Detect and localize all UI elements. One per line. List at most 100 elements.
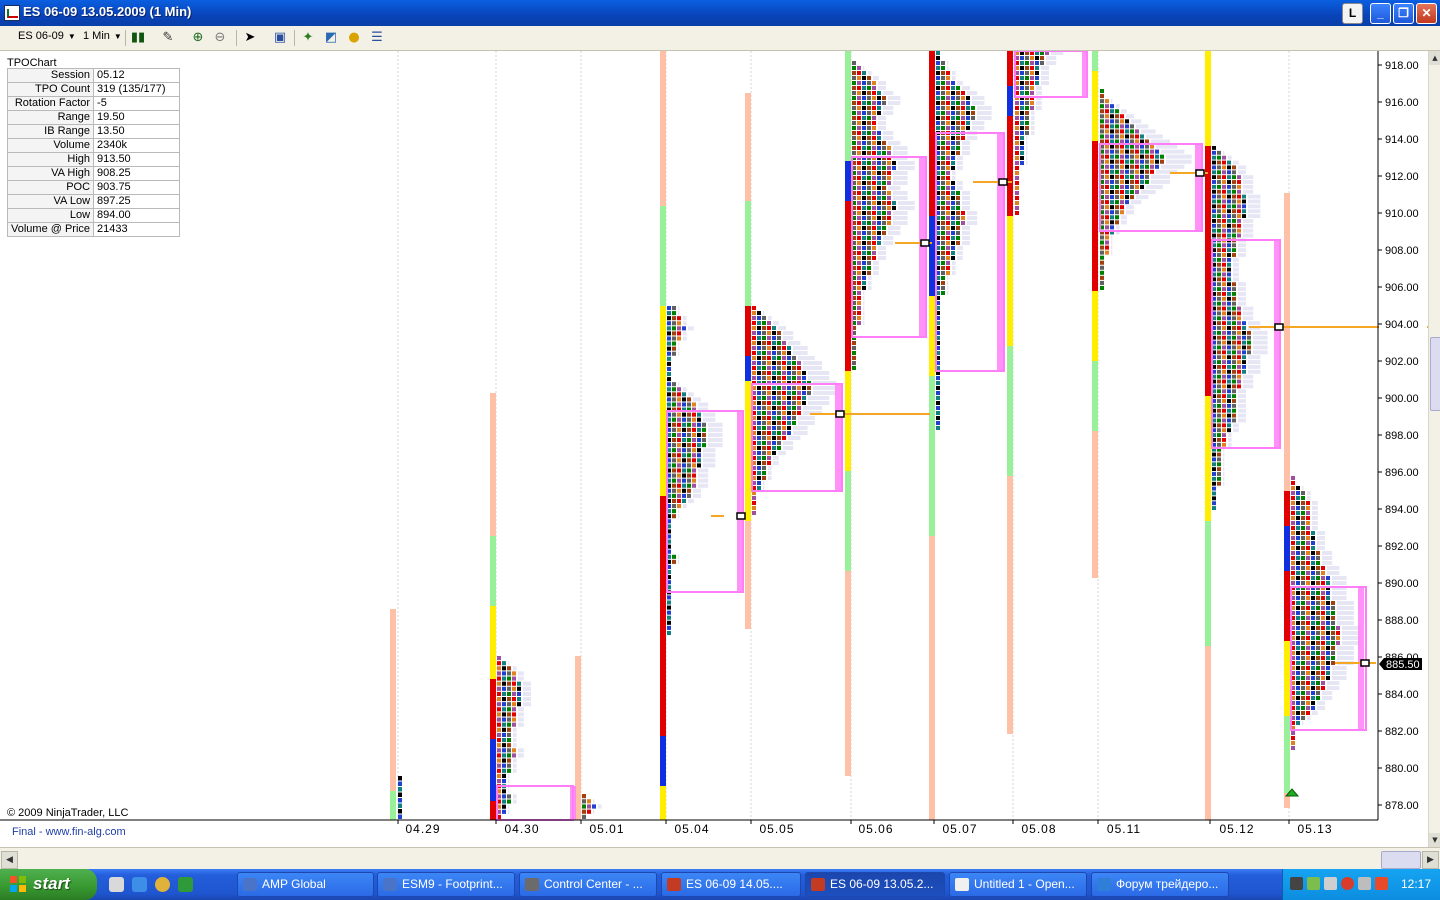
- antivirus-icon[interactable]: [1341, 877, 1354, 890]
- tpo-block: [1222, 199, 1226, 204]
- tpo-block: [1321, 681, 1325, 685]
- tpo-block: [692, 427, 696, 432]
- tpo-block: [1232, 418, 1236, 423]
- tpo-block: [1326, 596, 1330, 600]
- tpo-block: [956, 86, 960, 90]
- website-link[interactable]: Final - www.fin-alg.com: [12, 826, 126, 838]
- volume-hint: [518, 712, 524, 717]
- tpo-block: [941, 246, 945, 250]
- tpo-block: [677, 402, 681, 407]
- maximize-button[interactable]: ❐: [1393, 3, 1414, 24]
- vertical-scroll-thumb[interactable]: [1430, 337, 1440, 411]
- tpo-block: [862, 121, 866, 125]
- link-button[interactable]: L: [1342, 3, 1363, 24]
- tray-utility-icon[interactable]: [1358, 877, 1371, 890]
- horizontal-scroll-thumb[interactable]: [1381, 851, 1421, 869]
- tpo-block: [507, 738, 511, 743]
- tpo-chart-panel[interactable]: 918.00 916.00 914.00 912.00 910.00 908.00 906.…: [0, 51, 1440, 847]
- tpo-block: [1222, 209, 1226, 214]
- volume-hint: [957, 256, 963, 260]
- tpo-block: [946, 71, 950, 75]
- taskbar-button[interactable]: ESM9 - Footprint...: [377, 872, 515, 897]
- interval-selector[interactable]: 1 Min ▼: [83, 30, 122, 42]
- taskbar-button[interactable]: ES 06-09 13.05.2...: [805, 872, 945, 897]
- tpo-block: [1227, 277, 1231, 282]
- tpo-block: [507, 707, 511, 712]
- period-segment: [1284, 571, 1290, 641]
- taskbar-button[interactable]: AMP Global: [237, 872, 374, 897]
- tpo-block: [1296, 566, 1300, 570]
- tpo-block: [1306, 536, 1310, 540]
- money-icon[interactable]: ●: [346, 30, 362, 46]
- tpo-block: [1321, 611, 1325, 615]
- tpo-block: [787, 401, 791, 405]
- tpo-block: [857, 221, 861, 225]
- volume-hint: [1121, 109, 1127, 114]
- tpo-block: [1291, 746, 1295, 750]
- tpo-block: [757, 456, 761, 460]
- internet-explorer-icon[interactable]: [132, 877, 147, 892]
- app-shortcut-icon[interactable]: [178, 877, 193, 892]
- volume-icon[interactable]: [1324, 877, 1337, 890]
- tpo-block: [502, 671, 506, 676]
- tpo-block: [1217, 209, 1221, 214]
- properties-icon[interactable]: ☰: [369, 30, 385, 46]
- tpo-block: [1115, 149, 1119, 154]
- tpo-block: [777, 411, 781, 415]
- tpo-block: [857, 181, 861, 185]
- tpo-block: [1222, 369, 1226, 374]
- tpo-block: [787, 376, 791, 380]
- vertical-scrollbar[interactable]: ▲ ▼: [1428, 51, 1440, 847]
- tpo-block: [1217, 384, 1221, 389]
- scroll-down-icon[interactable]: ▼: [1429, 833, 1440, 847]
- horizontal-scrollbar[interactable]: ◀ ▶: [0, 847, 1440, 870]
- taskbar-button[interactable]: Форум трейдеро...: [1091, 872, 1229, 897]
- indicators-icon[interactable]: ✦: [300, 30, 316, 46]
- chrome-icon[interactable]: [155, 877, 170, 892]
- data-box-icon[interactable]: ▣: [272, 30, 288, 46]
- tpo-block: [857, 71, 861, 75]
- volume-hint: [1031, 131, 1035, 135]
- instrument-selector[interactable]: ES 06-09 ▼: [18, 30, 76, 42]
- scroll-up-icon[interactable]: ▲: [1429, 51, 1440, 65]
- tpo-block: [772, 396, 776, 400]
- taskbar-button[interactable]: ES 06-09 14.05....: [661, 872, 801, 897]
- tpo-block: [1306, 651, 1310, 655]
- tray-tool-icon[interactable]: [1375, 877, 1388, 890]
- tpo-block: [1306, 606, 1310, 610]
- draw-tool-icon[interactable]: ✎: [160, 30, 176, 46]
- scroll-left-icon[interactable]: ◀: [1, 851, 18, 869]
- tpo-block: [1227, 428, 1231, 433]
- tpo-block: [1311, 691, 1315, 695]
- tpo-block: [1020, 141, 1024, 145]
- network-icon[interactable]: [1290, 877, 1303, 890]
- value-area-strip: [1358, 587, 1364, 730]
- tray-app-icon[interactable]: [1307, 877, 1320, 890]
- tpo-block: [1155, 164, 1159, 169]
- minimize-button[interactable]: _: [1370, 3, 1391, 24]
- period-segment: [1007, 216, 1013, 346]
- show-desktop-icon[interactable]: [109, 877, 124, 892]
- tpo-block: [1110, 210, 1114, 215]
- zoom-in-icon[interactable]: ⊕: [190, 30, 206, 46]
- close-button[interactable]: ✕: [1416, 3, 1437, 24]
- tpo-block: [1015, 146, 1019, 150]
- tpo-block: [667, 392, 671, 397]
- tpo-block: [757, 396, 761, 400]
- tpo-block: [1150, 154, 1154, 159]
- taskbar-button[interactable]: Untitled 1 - Open...: [949, 872, 1087, 897]
- bar-type-icon[interactable]: ▮▮: [130, 30, 146, 46]
- tpo-block: [1217, 438, 1221, 442]
- tpo-block: [1222, 335, 1226, 340]
- stats-label: High: [6, 152, 95, 167]
- tpo-block: [667, 366, 671, 371]
- strategies-icon[interactable]: ◩: [323, 30, 339, 46]
- scroll-right-icon[interactable]: ▶: [1422, 851, 1439, 869]
- taskbar-button[interactable]: Control Center - ...: [519, 872, 657, 897]
- tpo-block: [1227, 399, 1231, 403]
- tpo-block: [1301, 571, 1305, 575]
- zoom-out-icon[interactable]: ⊖: [212, 30, 228, 46]
- tpo-block: [971, 106, 975, 110]
- start-button[interactable]: start: [0, 869, 97, 900]
- cursor-icon[interactable]: ➤: [242, 30, 258, 46]
